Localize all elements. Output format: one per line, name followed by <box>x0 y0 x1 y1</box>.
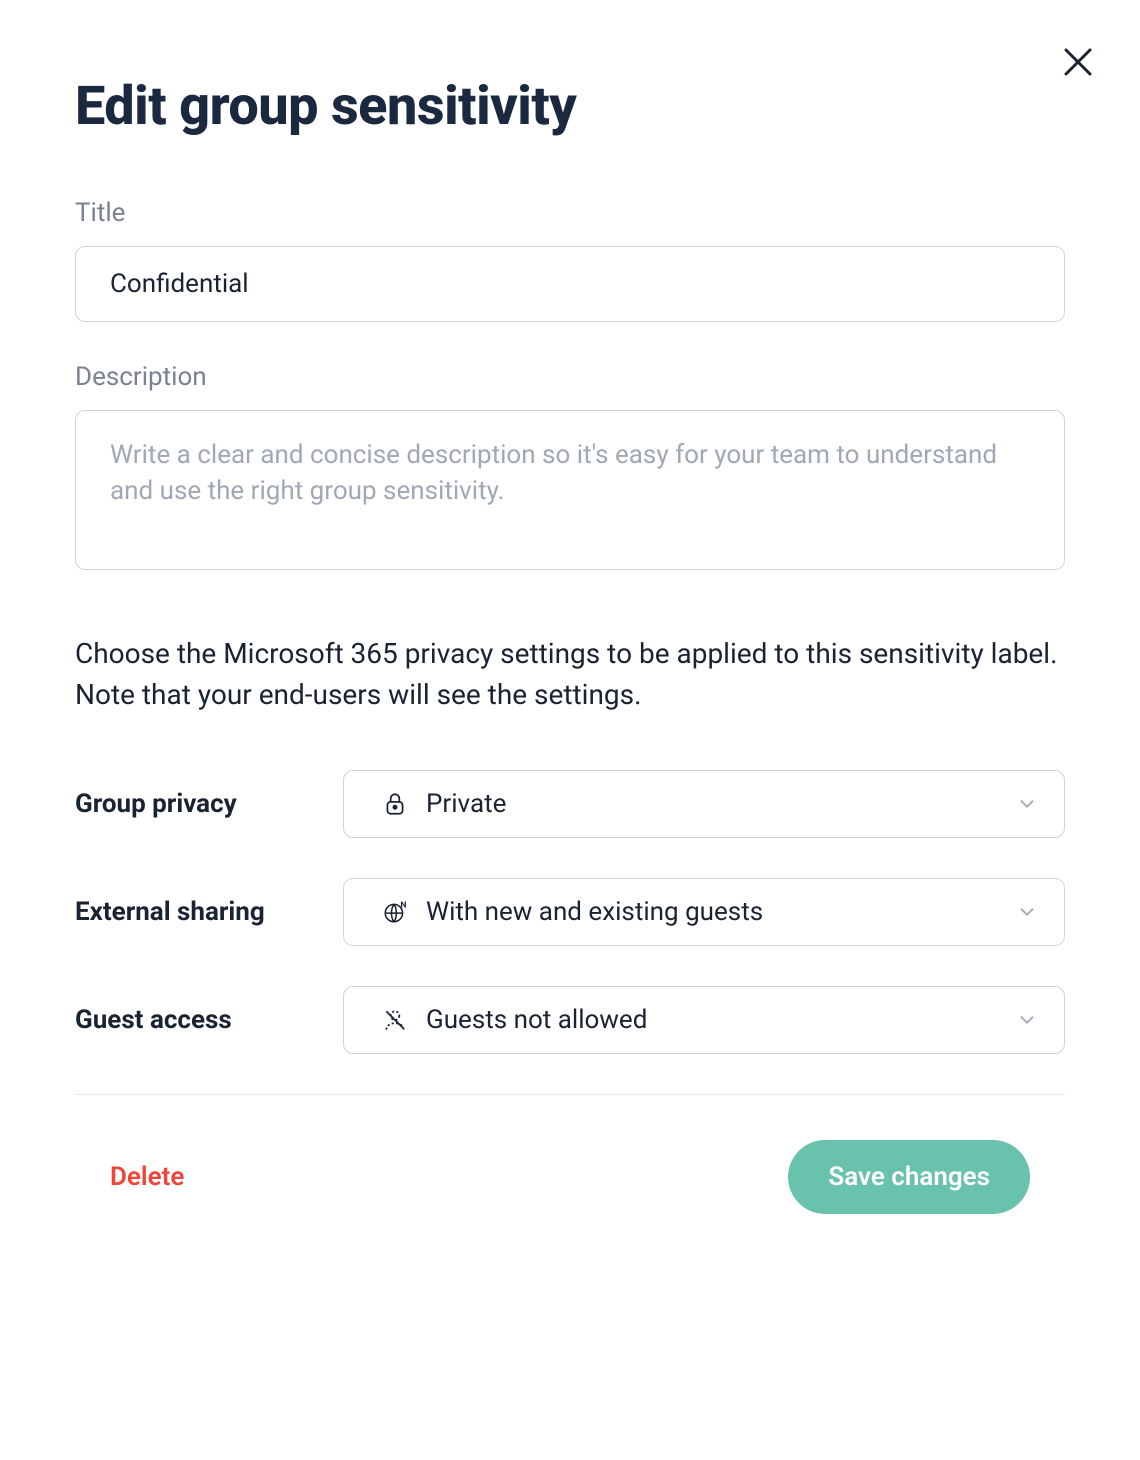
external-sharing-label: External sharing <box>75 897 343 927</box>
guest-access-value: Guests not allowed <box>426 1005 1016 1035</box>
guest-access-label: Guest access <box>75 1005 343 1035</box>
title-field-label: Title <box>75 198 1065 228</box>
title-input[interactable] <box>75 246 1065 322</box>
chevron-down-icon <box>1016 793 1038 815</box>
save-changes-button[interactable]: Save changes <box>788 1140 1030 1214</box>
external-sharing-row: External sharing N With new and existing… <box>75 878 1065 946</box>
group-privacy-row: Group privacy Private <box>75 770 1065 838</box>
group-privacy-value: Private <box>426 789 1016 819</box>
group-privacy-label: Group privacy <box>75 789 343 819</box>
close-icon <box>1060 44 1096 80</box>
guest-access-select[interactable]: Guests not allowed <box>343 986 1065 1054</box>
lock-icon <box>382 791 408 817</box>
description-field-label: Description <box>75 362 1065 392</box>
instruction-text: Choose the Microsoft 365 privacy setting… <box>75 634 1065 715</box>
chevron-down-icon <box>1016 901 1038 923</box>
chevron-down-icon <box>1016 1009 1038 1031</box>
description-textarea[interactable] <box>75 410 1065 570</box>
external-sharing-value: With new and existing guests <box>426 897 1016 927</box>
svg-text:N: N <box>400 901 406 911</box>
globe-icon: N <box>382 899 408 925</box>
divider <box>75 1094 1065 1095</box>
close-button[interactable] <box>1056 40 1100 84</box>
guest-access-row: Guest access Guests not allowed <box>75 986 1065 1054</box>
footer-actions: Delete Save changes <box>75 1140 1065 1214</box>
page-title: Edit group sensitivity <box>75 75 1065 138</box>
external-sharing-select[interactable]: N With new and existing guests <box>343 878 1065 946</box>
user-blocked-icon <box>382 1007 408 1033</box>
delete-button[interactable]: Delete <box>110 1162 184 1192</box>
group-privacy-select[interactable]: Private <box>343 770 1065 838</box>
